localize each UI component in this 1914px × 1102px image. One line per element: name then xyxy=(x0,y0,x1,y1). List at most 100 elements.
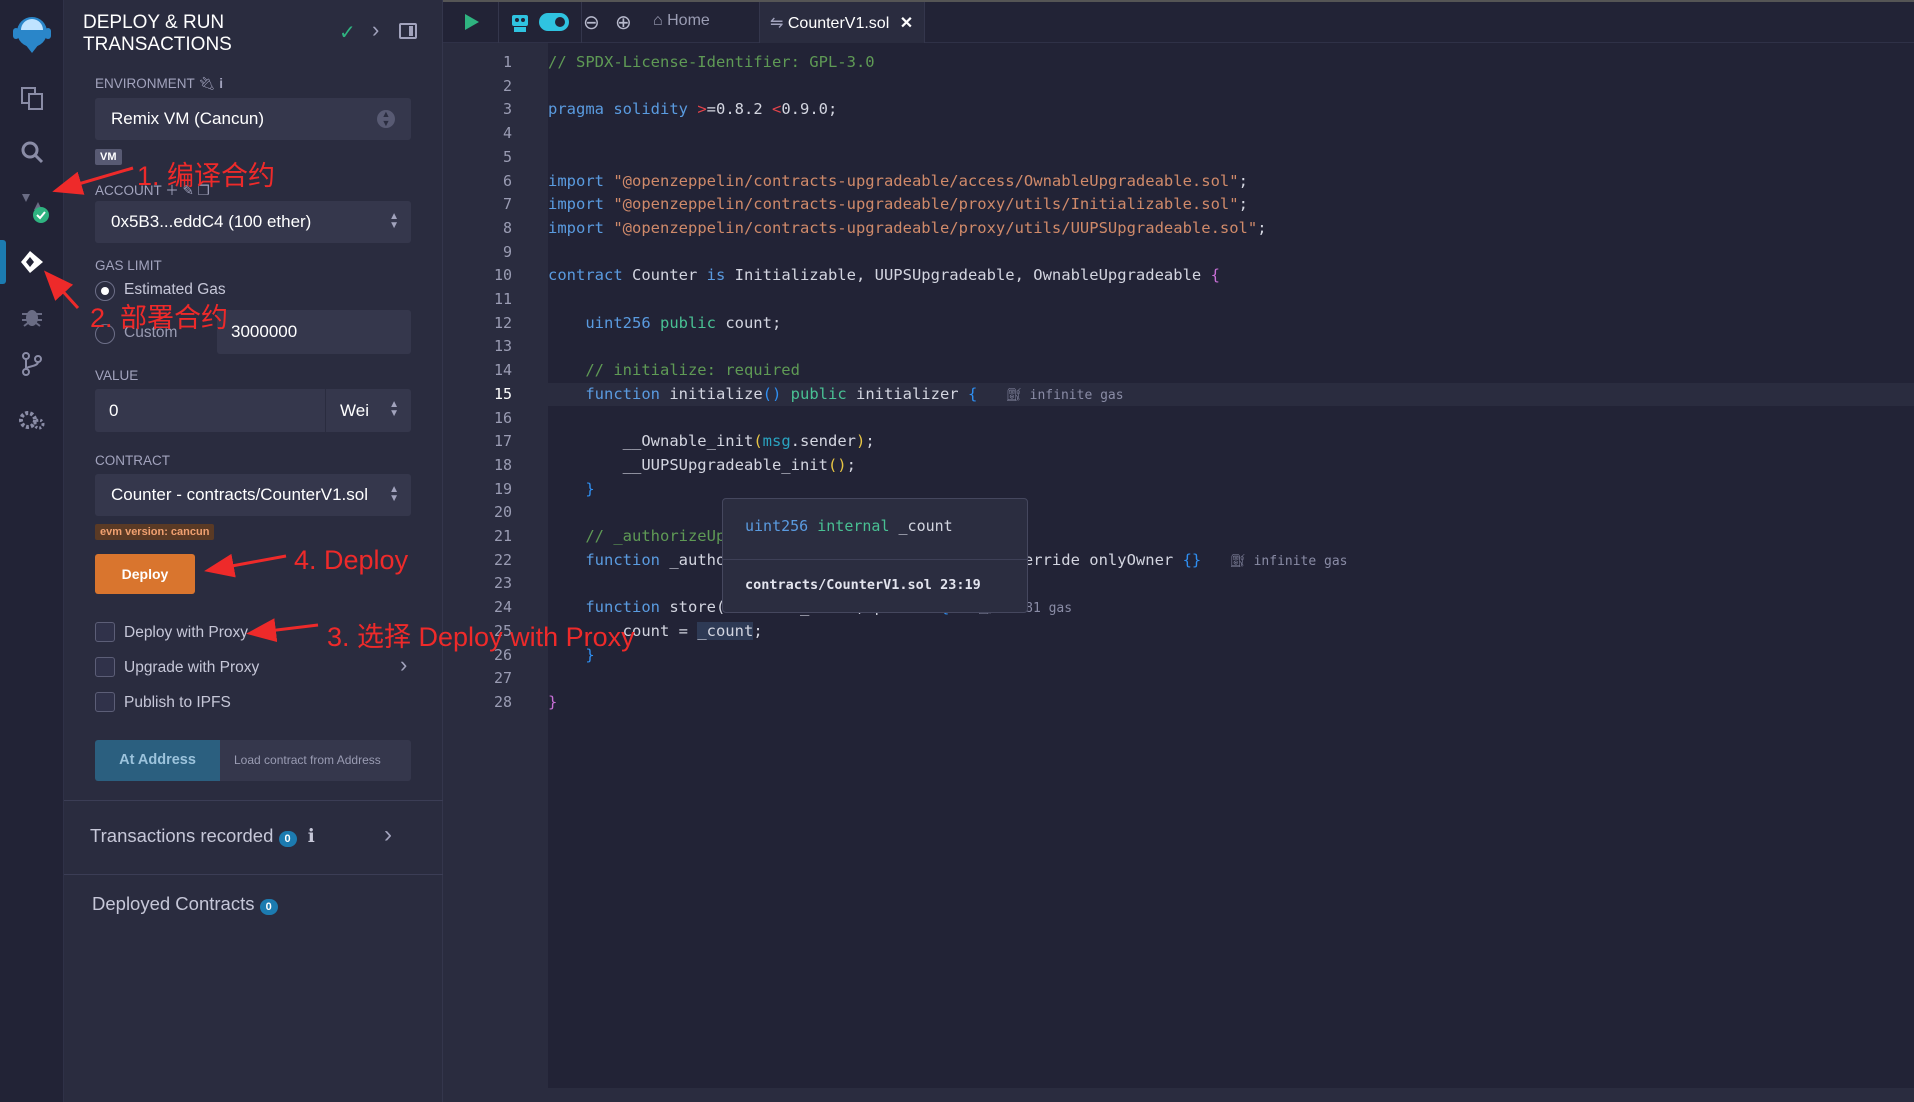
code-token: () xyxy=(762,384,782,403)
tooltip-type: uint256 xyxy=(745,517,809,535)
code-line[interactable] xyxy=(548,146,1914,170)
line-number: 1 xyxy=(502,53,512,71)
arrow-deploy xyxy=(204,553,287,578)
code-token: function xyxy=(548,384,670,403)
info-icon[interactable]: i xyxy=(308,826,315,847)
code-line[interactable]: } xyxy=(548,644,1914,668)
code-token: Counter xyxy=(632,266,707,285)
code-token: import xyxy=(548,195,614,214)
code-line[interactable] xyxy=(548,407,1914,431)
code-line[interactable]: import "@openzeppelin/contracts-upgradea… xyxy=(548,193,1914,217)
code-line[interactable]: // SPDX-License-Identifier: GPL-3.0 xyxy=(548,51,1914,75)
code-line[interactable] xyxy=(548,241,1914,265)
divider xyxy=(64,800,443,801)
line-number: 11 xyxy=(493,290,512,308)
line-number: 6 xyxy=(502,171,512,190)
code-token: } xyxy=(548,479,595,498)
ai-assistant-icon[interactable] xyxy=(509,11,531,38)
line-number: 10 xyxy=(493,266,512,285)
horizontal-scrollbar[interactable] xyxy=(443,1088,1914,1102)
line-number: 13 xyxy=(493,337,512,356)
load-address-input[interactable]: Load contract from Address xyxy=(220,740,411,781)
run-script-icon[interactable] xyxy=(463,12,481,37)
deployed-count-badge: 0 xyxy=(259,899,278,915)
code-token: count; xyxy=(725,313,782,332)
line-number: 22 xyxy=(493,550,512,569)
at-address-button[interactable]: At Address xyxy=(95,740,220,781)
code-line[interactable]: import "@openzeppelin/contracts-upgradea… xyxy=(548,170,1914,194)
line-number: 5 xyxy=(502,147,512,166)
zoom-in-icon[interactable]: ⊕ xyxy=(615,10,632,35)
code-token: msg xyxy=(762,432,791,451)
code-token: { xyxy=(967,384,978,403)
code-token: "@openzeppelin/contracts-upgradeable/acc… xyxy=(613,171,1239,190)
code-token: .sender xyxy=(790,432,856,451)
arrow-deploy-tab xyxy=(43,270,80,310)
gas-text: infinite gas xyxy=(1253,553,1348,569)
line-number: 17 xyxy=(493,432,512,451)
line-number: 14 xyxy=(493,361,512,380)
line-number-gutter: 1 2 3 4 5 6 7 8 9 10 11 12 13 14 15 16 17 18 19 20 21 22 23 24 2… xyxy=(443,43,548,1088)
code-line[interactable] xyxy=(548,288,1914,312)
code-token: __Ownable_init xyxy=(548,432,754,451)
code-line[interactable]: // initialize: required xyxy=(548,359,1914,383)
line-number: 7 xyxy=(502,195,512,214)
code-token: =0.8.2 xyxy=(706,100,772,119)
arrow-proxy xyxy=(246,618,319,643)
code-token: ) xyxy=(855,432,866,451)
file-tab[interactable]: ⇋ CounterV1.sol ✕ xyxy=(759,2,925,43)
code-token: ; xyxy=(846,455,856,474)
code-line[interactable]: count = _count; xyxy=(548,620,1914,644)
code-line[interactable] xyxy=(548,75,1914,99)
code-token: ( xyxy=(753,432,763,451)
line-number: 12 xyxy=(493,313,512,332)
chevron-right-icon[interactable]: › xyxy=(384,821,392,849)
line-number: 27 xyxy=(493,669,512,688)
code-token: function xyxy=(548,598,670,617)
line-number: 9 xyxy=(502,242,512,261)
code-token: < xyxy=(771,100,782,119)
transactions-recorded[interactable]: Transactions recorded 0 i xyxy=(90,825,315,847)
code-line[interactable] xyxy=(548,335,1914,359)
code-line[interactable]: __UUPSUpgradeable_init(); xyxy=(548,454,1914,478)
line-number: 21 xyxy=(493,527,512,545)
line-number: 20 xyxy=(493,503,512,522)
code-token: ; xyxy=(865,432,875,451)
code-token: initializer xyxy=(855,384,968,403)
gas-pump-icon: ⛽︎ xyxy=(1229,553,1246,569)
line-number: 28 xyxy=(493,692,512,711)
code-line[interactable] xyxy=(548,122,1914,146)
transactions-count-badge: 0 xyxy=(278,831,297,847)
code-line[interactable]: } xyxy=(548,691,1914,715)
code-line[interactable]: __Ownable_init(msg.sender); xyxy=(548,430,1914,454)
code-token: "@openzeppelin/contracts-upgradeable/pro… xyxy=(613,218,1258,237)
tooltip-visibility: internal xyxy=(817,517,890,535)
zoom-out-icon[interactable]: ⊖ xyxy=(583,10,600,35)
arrow-compile xyxy=(52,166,134,195)
line-number: 19 xyxy=(493,479,512,498)
divider xyxy=(64,874,443,875)
code-token: () xyxy=(827,455,847,474)
code-line[interactable]: contract Counter is Initializable, UUPSU… xyxy=(548,264,1914,288)
ai-toggle[interactable] xyxy=(539,13,569,31)
code-token: public xyxy=(781,384,856,403)
code-token: is xyxy=(706,266,735,285)
home-tab[interactable]: ⌂ Home xyxy=(653,12,710,30)
deployed-contracts: Deployed Contracts 0 xyxy=(92,893,278,915)
line-number: 2 xyxy=(502,76,512,95)
line-number: 3 xyxy=(502,100,512,119)
code-line[interactable]: pragma solidity >=0.8.2 <0.9.0; xyxy=(548,98,1914,122)
code-token: function xyxy=(548,550,670,569)
code-line[interactable] xyxy=(548,667,1914,691)
code-token: __UUPSUpgradeable_init xyxy=(548,455,828,474)
code-token: Initializable, UUPSUpgradeable, OwnableU… xyxy=(734,266,1211,285)
code-token: ; xyxy=(1257,218,1267,237)
solidity-file-icon: ⇋ xyxy=(770,15,784,32)
code-token: 0.9.0; xyxy=(781,100,838,119)
code-line[interactable]: function initialize() public initializer… xyxy=(548,382,1914,407)
code-token: > xyxy=(697,100,707,119)
code-line[interactable]: uint256 public count; xyxy=(548,312,1914,336)
close-tab-icon[interactable]: ✕ xyxy=(900,15,913,32)
code-line[interactable]: import "@openzeppelin/contracts-upgradea… xyxy=(548,217,1914,241)
line-number: 18 xyxy=(493,455,512,474)
